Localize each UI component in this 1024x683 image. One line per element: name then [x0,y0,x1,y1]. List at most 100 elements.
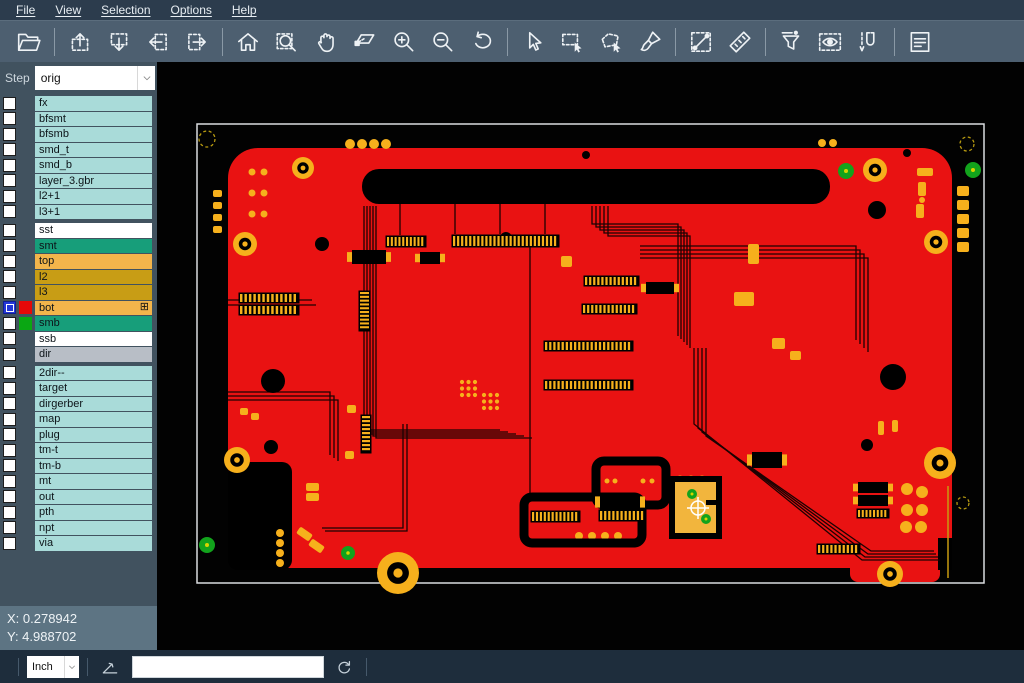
zoom-out-icon[interactable] [430,29,456,55]
layer-color-swatch[interactable] [19,239,32,252]
layer-color-swatch[interactable] [19,444,32,457]
layer-row-tm-t[interactable]: tm-t [0,443,157,458]
layer-row-bot[interactable]: bot⊞ [0,301,157,316]
layer-color-swatch[interactable] [19,97,32,110]
menu-options[interactable]: Options [161,3,222,17]
layer-color-swatch[interactable] [19,128,32,141]
step-move-down-icon[interactable] [106,29,132,55]
layer-label[interactable]: mt [35,474,152,489]
layer-row-tm-b[interactable]: tm-b [0,459,157,474]
zoom-in-icon[interactable] [391,29,417,55]
layer-row-fx[interactable]: fx [0,96,157,111]
layer-row-dir[interactable]: dir [0,347,157,362]
layer-color-swatch[interactable] [19,490,32,503]
layer-row-top[interactable]: top [0,254,157,269]
layer-row-pth[interactable]: pth [0,505,157,520]
layer-color-swatch[interactable] [19,159,32,172]
layer-color-swatch[interactable] [19,537,32,550]
layer-row-via[interactable]: via [0,536,157,551]
layer-label[interactable]: target [35,381,152,396]
layer-color-swatch[interactable] [19,143,32,156]
layer-row-2dir--[interactable]: 2dir-- [0,366,157,381]
layer-checkbox[interactable] [3,506,16,519]
layer-color-swatch[interactable] [19,413,32,426]
layer-checkbox[interactable] [3,382,16,395]
layer-label[interactable]: smt [35,239,152,254]
layer-label[interactable]: tm-t [35,443,152,458]
unit-select[interactable]: Inch [27,656,79,678]
layer-checkbox[interactable] [3,475,16,488]
layer-label[interactable]: l3+1 [35,205,152,220]
layer-checkbox[interactable] [3,190,16,203]
layer-checkbox[interactable] [3,301,16,314]
select-polygon-icon[interactable] [598,29,624,55]
pcb-canvas[interactable] [157,62,1024,650]
layer-checkbox[interactable] [3,397,16,410]
layer-color-swatch[interactable] [19,255,32,268]
pan-hand-icon[interactable] [313,29,339,55]
layer-checkbox[interactable] [3,255,16,268]
layer-label[interactable]: top [35,254,152,269]
layer-label[interactable]: plug [35,428,152,443]
menu-file[interactable]: File [6,3,45,17]
layer-checkbox[interactable] [3,159,16,172]
layer-row-dirgerber[interactable]: dirgerber [0,397,157,412]
step-move-right-icon[interactable] [184,29,210,55]
step-move-up-icon[interactable] [67,29,93,55]
layer-checkbox[interactable] [3,128,16,141]
layer-checkbox[interactable] [3,537,16,550]
layer-label[interactable]: smd_t [35,143,152,158]
layer-row-smb[interactable]: smb [0,316,157,331]
layer-row-target[interactable]: target [0,381,157,396]
layer-color-swatch[interactable] [19,317,32,330]
layer-row-plug[interactable]: plug [0,428,157,443]
layer-color-swatch[interactable] [19,301,32,314]
layer-label[interactable]: l2+1 [35,189,152,204]
layers-form-icon[interactable] [907,29,933,55]
measure-ruler-icon[interactable] [727,29,753,55]
layer-label[interactable]: smb [35,316,152,331]
layer-label[interactable]: dirgerber [35,397,152,412]
layer-row-smd_t[interactable]: smd_t [0,143,157,158]
layer-color-swatch[interactable] [19,506,32,519]
layer-checkbox[interactable] [3,224,16,237]
layer-color-swatch[interactable] [19,174,32,187]
command-input[interactable] [132,656,324,678]
layer-checkbox[interactable] [3,459,16,472]
layer-color-swatch[interactable] [19,475,32,488]
layer-label[interactable]: pth [35,505,152,520]
zoom-window-icon[interactable] [274,29,300,55]
layer-row-l3[interactable]: l3 [0,285,157,300]
layer-label[interactable]: tm-b [35,459,152,474]
layer-color-swatch[interactable] [19,205,32,218]
layer-checkbox[interactable] [3,332,16,345]
layer-checkbox[interactable] [3,286,16,299]
layer-label[interactable]: sst [35,223,152,238]
refresh-icon[interactable] [334,657,354,677]
layer-row-out[interactable]: out [0,490,157,505]
layer-label[interactable]: ssb [35,332,152,347]
step-select[interactable]: orig [35,66,155,90]
clear-highlight-brush-icon[interactable] [637,29,663,55]
layer-row-npt[interactable]: npt [0,521,157,536]
step-move-left-icon[interactable] [145,29,171,55]
view-options-eye-icon[interactable] [817,29,843,55]
layer-label[interactable]: layer_3.gbr [35,174,152,189]
menu-view[interactable]: View [45,3,91,17]
snap-magnet-icon[interactable] [856,29,882,55]
layer-row-smd_b[interactable]: smd_b [0,158,157,173]
menu-selection[interactable]: Selection [91,3,160,17]
layer-label[interactable]: smd_b [35,158,152,173]
layer-row-l3+1[interactable]: l3+1 [0,205,157,220]
layer-checkbox[interactable] [3,97,16,110]
layer-color-swatch[interactable] [19,112,32,125]
layer-color-swatch[interactable] [19,332,32,345]
layer-row-l2[interactable]: l2 [0,270,157,285]
layer-row-sst[interactable]: sst [0,223,157,238]
layer-label[interactable]: dir [35,347,152,362]
layer-color-swatch[interactable] [19,397,32,410]
menu-help[interactable]: Help [222,3,267,17]
layer-color-swatch[interactable] [19,190,32,203]
layer-checkbox[interactable] [3,521,16,534]
layer-checkbox[interactable] [3,428,16,441]
